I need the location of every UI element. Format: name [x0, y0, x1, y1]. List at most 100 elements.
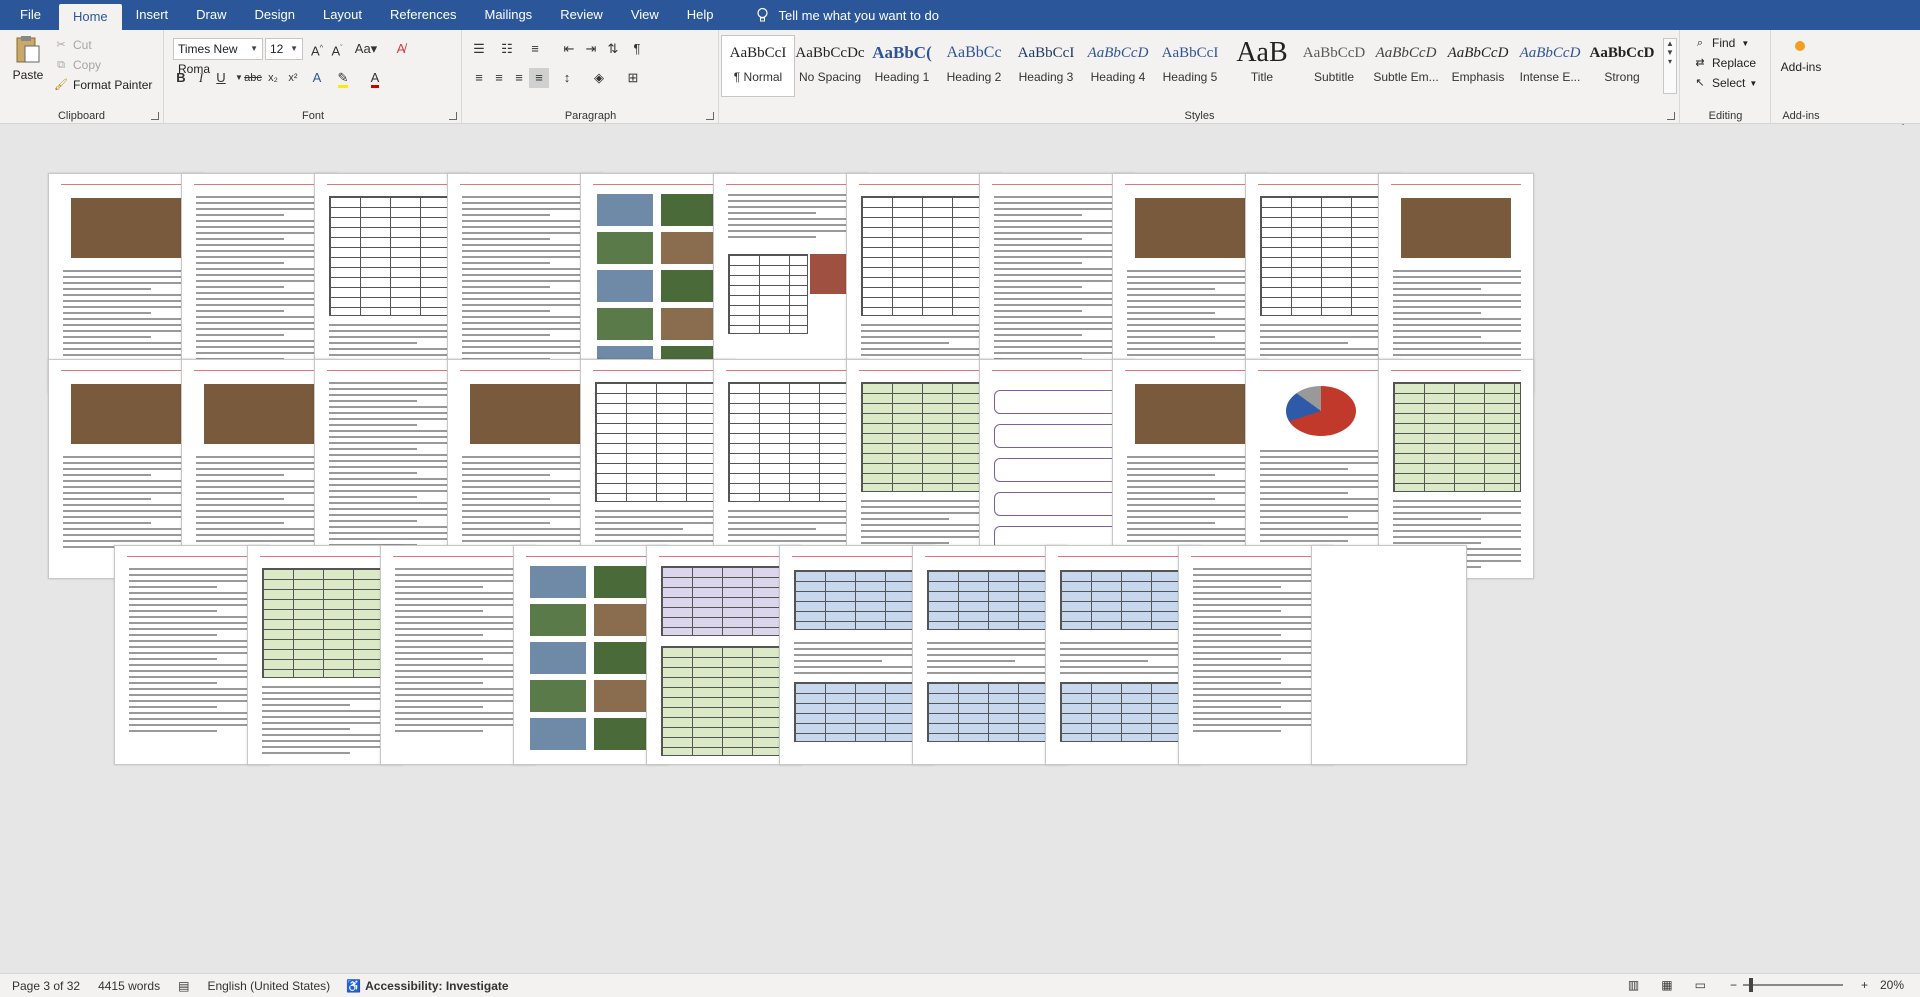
tab-references[interactable]: References: [376, 0, 470, 30]
borders-icon[interactable]: ⊞: [623, 68, 643, 88]
language-indicator[interactable]: English (United States): [207, 979, 330, 993]
page-indicator[interactable]: Page 3 of 32: [12, 979, 80, 993]
style-heading-4[interactable]: AaBbCcD Heading 4: [1082, 36, 1154, 96]
strikethrough-button[interactable]: abc: [243, 68, 263, 88]
text-line: [1127, 534, 1255, 536]
style-no-spacing[interactable]: AaBbCcDc No Spacing: [794, 36, 866, 96]
paragraph-launcher-icon[interactable]: [706, 112, 714, 120]
style-normal[interactable]: AaBbCcI ¶ Normal: [721, 35, 795, 97]
format-painter-button[interactable]: 🖌 Format Painter: [54, 78, 152, 92]
font-size-dropdown[interactable]: 12 ▼: [265, 38, 303, 60]
replace-button[interactable]: ⇄ Replace: [1693, 56, 1756, 70]
bullets-icon[interactable]: ☰: [469, 39, 489, 59]
web-layout-icon[interactable]: ▭: [1695, 978, 1706, 992]
tab-design[interactable]: Design: [241, 0, 309, 30]
page-thumbnail[interactable]: [1311, 545, 1467, 765]
text-line: [63, 480, 191, 482]
styles-gallery: AaBbCcI ¶ Normal AaBbCcDc No Spacing AaBbC(H…: [721, 35, 1658, 97]
tab-insert[interactable]: Insert: [122, 0, 183, 30]
style-subtitle[interactable]: AaBbCcD Subtitle: [1298, 36, 1370, 96]
text-effects-button[interactable]: A: [307, 68, 327, 88]
styles-launcher-icon[interactable]: [1667, 112, 1675, 120]
read-mode-icon[interactable]: ▥: [1628, 978, 1639, 992]
subscript-button[interactable]: x₂: [263, 68, 283, 88]
zoom-slider[interactable]: [1742, 978, 1843, 992]
copy-button[interactable]: ⧉ Copy: [54, 58, 101, 72]
highlight-color-button[interactable]: ✎: [333, 68, 353, 88]
style-intense-e[interactable]: AaBbCcD Intense E...: [1514, 36, 1586, 96]
style-heading-3[interactable]: AaBbCcI Heading 3: [1010, 36, 1082, 96]
text-line: [63, 504, 191, 506]
shrink-font-button[interactable]: Aˇ: [327, 39, 347, 59]
underline-button[interactable]: U: [211, 68, 231, 88]
print-layout-icon[interactable]: ▦: [1661, 978, 1672, 992]
text-line: [462, 516, 590, 518]
page-header-rule: [327, 184, 457, 186]
decrease-indent-icon[interactable]: ⇤: [559, 39, 579, 59]
text-line: [994, 346, 1122, 348]
clear-formatting-icon[interactable]: A̸: [391, 39, 411, 59]
tab-review[interactable]: Review: [546, 0, 617, 30]
font-color-button[interactable]: A: [365, 68, 385, 88]
multilevel-list-icon[interactable]: ≡: [525, 39, 545, 59]
pilcrow-icon[interactable]: ¶: [627, 39, 647, 59]
align-center-icon[interactable]: ≡: [489, 68, 509, 88]
addins-button[interactable]: Add-ins: [1772, 60, 1830, 74]
style-name: Subtitle: [1313, 70, 1355, 84]
paste-button[interactable]: Paste: [8, 34, 48, 82]
word-count[interactable]: 4415 words: [98, 979, 160, 993]
style-strong[interactable]: AaBbCcD Strong: [1586, 36, 1658, 96]
clipboard-launcher-icon[interactable]: [151, 112, 159, 120]
tab-mailings[interactable]: Mailings: [471, 0, 547, 30]
style-heading-5[interactable]: AaBbCcI Heading 5: [1154, 36, 1226, 96]
accessibility-status[interactable]: Accessibility: Investigate: [365, 979, 508, 993]
increase-indent-icon[interactable]: ⇥: [581, 39, 601, 59]
addins-icon[interactable]: [1788, 38, 1812, 62]
text-line: [994, 274, 1122, 276]
image: [470, 384, 580, 444]
tab-home[interactable]: Home: [58, 4, 122, 30]
line-spacing-icon[interactable]: ↕: [557, 68, 577, 88]
diagram-box: [994, 492, 1122, 516]
gallery-scroll[interactable]: ▲ ▼ ▾: [1663, 38, 1677, 94]
document-canvas[interactable]: [0, 125, 1920, 973]
text-line: [861, 530, 989, 532]
sort-icon[interactable]: ⇅: [603, 39, 623, 59]
clipboard-icon: [15, 34, 41, 64]
change-case-button[interactable]: Aa▾: [351, 39, 381, 59]
text-line: [329, 502, 457, 504]
style-title[interactable]: AaB Title: [1226, 36, 1298, 96]
justify-icon[interactable]: ≡: [529, 68, 549, 88]
style-sample: AaB: [1236, 37, 1288, 68]
bold-button[interactable]: B: [171, 68, 191, 88]
style-emphasis[interactable]: AaBbCcD Emphasis: [1442, 36, 1514, 96]
italic-button[interactable]: I: [191, 68, 211, 88]
tab-file[interactable]: File: [0, 0, 59, 30]
font-launcher-icon[interactable]: [449, 112, 457, 120]
tab-help[interactable]: Help: [673, 0, 728, 30]
tab-draw[interactable]: Draw: [182, 0, 240, 30]
zoom-in-icon[interactable]: +: [1861, 978, 1868, 992]
numbering-icon[interactable]: ☷: [497, 39, 517, 59]
style-heading-2[interactable]: AaBbCc Heading 2: [938, 36, 1010, 96]
style-heading-1[interactable]: AaBbC(Heading 1: [866, 36, 938, 96]
cut-button[interactable]: ✂ Cut: [54, 38, 91, 52]
zoom-thumb[interactable]: [1748, 978, 1753, 992]
shading-icon[interactable]: ◈: [589, 68, 609, 88]
tab-view[interactable]: View: [617, 0, 673, 30]
tell-me-search[interactable]: Tell me what you want to do: [756, 7, 939, 23]
zoom-out-icon[interactable]: −: [1730, 978, 1737, 992]
font-family-dropdown[interactable]: Times New Roma ▼: [173, 38, 263, 76]
style-subtle-em[interactable]: AaBbCcD Subtle Em...: [1370, 36, 1442, 96]
tab-layout[interactable]: Layout: [309, 0, 376, 30]
superscript-button[interactable]: x²: [283, 68, 303, 88]
text-line: [329, 520, 417, 522]
zoom-level[interactable]: 20%: [1880, 978, 1904, 992]
text-line: [1127, 480, 1255, 482]
align-right-icon[interactable]: ≡: [509, 68, 529, 88]
align-left-icon[interactable]: ≡: [469, 68, 489, 88]
find-button[interactable]: ⌕ Find ▼: [1693, 36, 1749, 50]
grow-font-button[interactable]: A^: [307, 39, 327, 59]
proofing-icon[interactable]: ▤: [178, 979, 189, 993]
select-button[interactable]: ↖ Select ▼: [1693, 76, 1757, 90]
